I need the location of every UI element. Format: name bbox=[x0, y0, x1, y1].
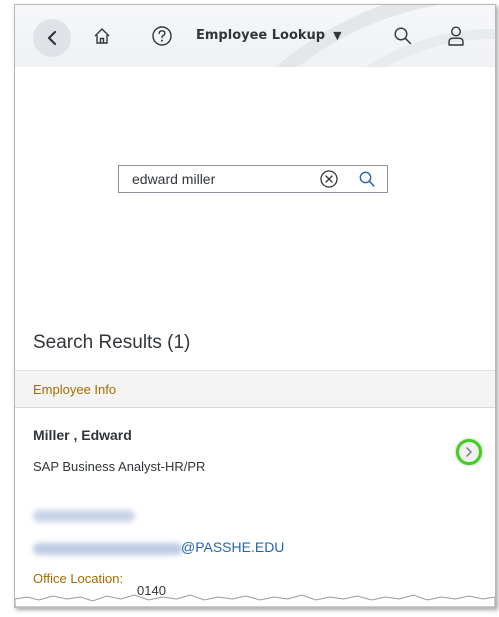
search-icon bbox=[394, 27, 412, 45]
user-button[interactable] bbox=[442, 22, 470, 50]
app-title: Employee Lookup bbox=[196, 28, 326, 43]
chevron-down-icon: ▼ bbox=[333, 29, 342, 42]
navigate-button[interactable] bbox=[456, 439, 482, 465]
email-link[interactable]: @PASSHE.EDU bbox=[181, 539, 284, 555]
group-header: Employee Info bbox=[15, 370, 495, 408]
results-title: Search Results (1) bbox=[33, 332, 191, 353]
search-icon[interactable] bbox=[357, 169, 377, 189]
employee-job-title: SAP Business Analyst-HR/PR bbox=[33, 459, 206, 474]
chevron-right-icon bbox=[466, 447, 472, 457]
search-field[interactable] bbox=[118, 165, 388, 193]
app-window: Employee Lookup ▼ Search Results (1) bbox=[14, 4, 496, 608]
group-label: Employee Info bbox=[33, 382, 117, 397]
redacted-phone bbox=[33, 510, 135, 522]
header-search-button[interactable] bbox=[389, 22, 417, 50]
home-button[interactable] bbox=[88, 22, 116, 50]
back-button[interactable] bbox=[33, 19, 71, 57]
app-title-menu[interactable]: Employee Lookup ▼ bbox=[196, 28, 342, 43]
torn-edge-decoration bbox=[15, 594, 495, 607]
app-header: Employee Lookup ▼ bbox=[15, 5, 495, 67]
help-button[interactable] bbox=[148, 22, 176, 50]
home-icon bbox=[94, 28, 110, 44]
redacted-email-user bbox=[33, 543, 183, 555]
office-location-label: Office Location: bbox=[33, 571, 124, 586]
help-icon bbox=[152, 26, 172, 46]
clear-icon[interactable] bbox=[319, 169, 339, 189]
search-input[interactable] bbox=[119, 166, 322, 192]
employee-name: Miller , Edward bbox=[33, 427, 132, 443]
user-icon bbox=[448, 26, 464, 46]
back-icon bbox=[47, 30, 57, 46]
